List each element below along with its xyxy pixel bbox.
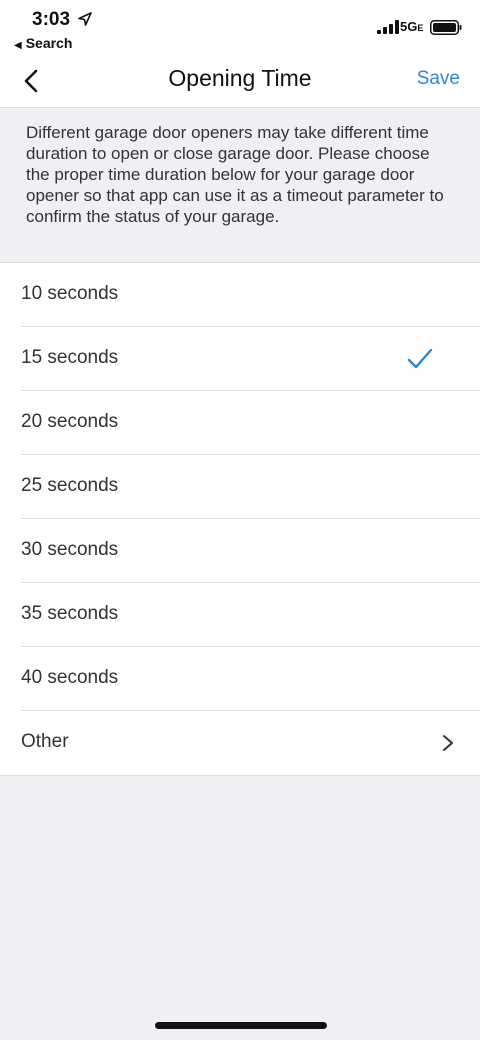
option-15-seconds[interactable]: 15 seconds xyxy=(0,327,480,391)
network-type: 5G xyxy=(400,19,418,34)
option-10-seconds[interactable]: 10 seconds xyxy=(0,263,480,327)
option-35-seconds[interactable]: 35 seconds xyxy=(0,583,480,647)
option-label: 20 seconds xyxy=(21,411,119,432)
option-40-seconds[interactable]: 40 seconds xyxy=(0,647,480,711)
status-bar: 3:03 ◀ Search 5GE xyxy=(0,0,480,58)
duration-options-list: 10 seconds 15 seconds 20 seconds 25 seco… xyxy=(0,262,480,776)
option-label: 25 seconds xyxy=(21,475,119,496)
checkmark-icon xyxy=(407,348,433,369)
option-label: 35 seconds xyxy=(21,603,119,624)
option-20-seconds[interactable]: 20 seconds xyxy=(0,391,480,455)
save-button[interactable]: Save xyxy=(417,68,460,90)
back-triangle-icon: ◀ xyxy=(14,40,22,51)
home-indicator[interactable] xyxy=(155,1022,327,1029)
option-label: 15 seconds xyxy=(21,347,119,368)
status-time: 3:03 xyxy=(32,9,71,30)
option-label: 30 seconds xyxy=(21,539,119,560)
network-indicator: 5GE xyxy=(400,19,423,34)
signal-icon xyxy=(377,20,399,34)
chevron-right-icon xyxy=(443,735,453,751)
option-30-seconds[interactable]: 30 seconds xyxy=(0,519,480,583)
option-other[interactable]: Other xyxy=(0,711,480,775)
back-app-label: Search xyxy=(25,35,73,51)
page-title: Opening Time xyxy=(168,65,312,91)
location-arrow-icon xyxy=(78,12,92,26)
network-suffix: E xyxy=(417,23,424,33)
option-label: 10 seconds xyxy=(21,283,119,304)
description-text: Different garage door openers may take d… xyxy=(0,108,480,262)
option-label: 40 seconds xyxy=(21,667,119,688)
option-25-seconds[interactable]: 25 seconds xyxy=(0,455,480,519)
back-to-app-link[interactable]: ◀ Search xyxy=(14,35,72,51)
battery-icon xyxy=(430,20,462,35)
option-label: Other xyxy=(21,731,69,752)
navigation-bar: Opening Time Save xyxy=(0,58,480,108)
